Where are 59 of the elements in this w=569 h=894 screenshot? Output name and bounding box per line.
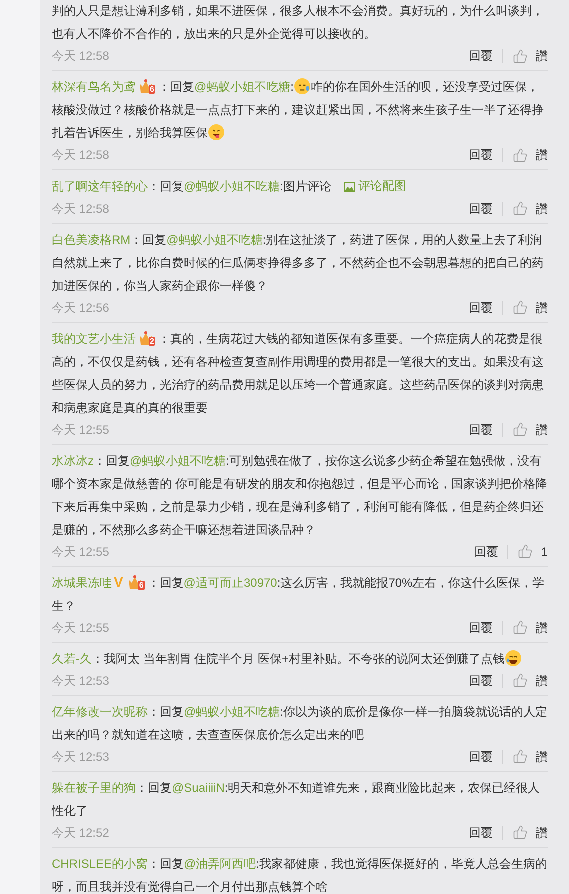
thumbs-up-icon <box>518 544 534 559</box>
like-button[interactable]: 讚 <box>503 298 548 316</box>
reply-button[interactable]: 回覆 <box>469 826 503 840</box>
reply-button[interactable]: 回覆 <box>469 148 503 162</box>
comment-text: 乱了啊这年轻的心：回复@蚂蚁小姐不吃糖:图片评论 评论配图 <box>52 175 548 198</box>
comment-time: 今天 12:52 <box>52 824 110 842</box>
comment-text: CHRISLEE的小窝：回复@油弄阿西吧:我家都健康，我也觉得医保挺好的，毕竟人总会生病的呀，而且我并没有觉得自己一个月付出那点钱算个啥 <box>52 856 548 894</box>
comment-time: 今天 12:53 <box>52 748 110 766</box>
member-level: 6 <box>138 580 145 590</box>
comment-text: 久若-久：我阿太 当年割胃 住院半个月 医保+村里补贴。不夸张的说阿太还倒赚了点钱 <box>52 648 548 670</box>
member-level: 6 <box>149 85 156 94</box>
reply-button[interactable]: 回覆 <box>469 202 503 216</box>
thumbs-up-icon <box>513 300 528 315</box>
comment-text: 躲在被子里的狗：回复@SuaiiiiN:明天和意外不知道谁先来，跟商业险比起来，农保已经很人性化了 <box>52 780 542 820</box>
like-button[interactable]: 讚 <box>503 618 548 636</box>
comment-time: 今天 12:58 <box>52 200 110 218</box>
comment-time: 今天 12:55 <box>52 544 110 560</box>
reply-button[interactable]: 回覆 <box>474 544 508 558</box>
like-button[interactable]: 讚 <box>503 748 548 766</box>
verified-label: V <box>114 574 124 590</box>
emoji-icon <box>294 78 311 95</box>
reply-button[interactable]: 回覆 <box>469 49 503 63</box>
like-button[interactable]: 讚 <box>503 47 548 65</box>
comment-text: 白色美凌格RM：回复@蚂蚁小姐不吃糖:别在这扯淡了，药进了医保，用的人数量上去了利润自然就上来了，比你自费时候的仨瓜俩枣挣得多多了，不然药企也不会朝思暮想的把自己的药加进医保的，你当人家药企跟你一样傻？ <box>52 232 545 294</box>
like-button[interactable]: 讚 <box>503 146 548 164</box>
comment-text: 亿年修改一次昵称：回复@蚂蚁小姐不吃糖:你以为谈的底价是像你一样一拍脑袋就说话的人定出来的吗？就知道在这喷，去查查医保底价怎么定出来的吧 <box>52 704 548 744</box>
emoji-icon <box>208 124 225 141</box>
comment-time: 今天 12:53 <box>52 672 110 690</box>
comment-text: 我的文艺小生活 2 ：真的，生病花过大钱的都知道医保有多重要。一个癌症病人的花费是很高的，不仅仅是药钱，还有各种检查复查副作用调理的费用都是一笔很大的支出。如果没有这些医保人员的努力，光治疗的药品费用就足以压垮一个普通家庭。这些药品医保的谈判对病患和病患家庭是真的真的很重要 <box>52 330 545 416</box>
thumbs-up-icon <box>513 749 528 764</box>
comment-time: 今天 12:55 <box>52 620 110 636</box>
emoji-icon <box>505 650 522 666</box>
comment-time: 今天 12:58 <box>52 147 110 164</box>
thumbs-up-icon <box>513 48 528 64</box>
comment-text: 水冰冰z：回复@蚂蚁小姐不吃糖:可别勉强在做了，按你这么说多少药企希望在勉强做，没有哪个资本家是做慈善的 你可能是有研发的朋友和你抱怨过，但是平心而论，国家谈判把价格降下来后再集中采购，之前是暴力少销，现在是薄利多销了，利润可能有降低，但是药企终归还是赚的，不然那么多药企干嘛还想着进国谈品种？ <box>52 452 548 538</box>
reply-button[interactable]: 回覆 <box>469 620 503 634</box>
comment-time: 今天 12:58 <box>52 48 110 65</box>
like-button[interactable]: 1 <box>508 542 548 560</box>
like-button[interactable]: 讚 <box>503 420 548 438</box>
member-level: 2 <box>149 336 156 346</box>
reply-button[interactable]: 回覆 <box>469 300 503 314</box>
thumbs-up-icon <box>513 422 528 437</box>
reply-button[interactable]: 回覆 <box>469 750 503 764</box>
thumbs-up-icon <box>513 825 528 840</box>
thumbs-up-icon <box>513 673 528 688</box>
like-button[interactable]: 讚 <box>503 824 548 842</box>
comment-text: 林深有鸟名为鸢 6 ：回复@蚂蚁小姐不吃糖: 咋的你在国外生活的呗，还没享受过医保，核酸没做过？核酸价格就是一点点打下来的，建议赶紧出国，不然将来生孩子生一半了还得挣扎着告诉医生，别给我算医保 <box>52 77 545 143</box>
thumbs-up-icon <box>513 620 528 635</box>
comment-text: 冰城果冻哇 V 6 ：回复@适可而止30970:这么厉害，我就能报70%左右，你这什么医保，学生？ <box>52 572 546 614</box>
comment-text: 判的人只是想让薄利多销，如果不进医保，很多人根本不会消费。真好玩的，为什么叫谈判，也有人不降价不合作的，放出来的只是外企觉得可以接收的。 <box>52 3 545 43</box>
reply-button[interactable]: 回覆 <box>469 422 503 436</box>
comment-time: 今天 12:55 <box>52 422 110 438</box>
image-icon <box>344 182 355 192</box>
like-button[interactable]: 讚 <box>503 672 548 690</box>
like-button[interactable]: 讚 <box>503 200 548 218</box>
comment-time: 今天 12:56 <box>52 300 110 316</box>
thumbs-up-icon <box>513 148 528 162</box>
reply-button[interactable]: 回覆 <box>469 674 503 688</box>
thumbs-up-icon <box>513 201 528 216</box>
